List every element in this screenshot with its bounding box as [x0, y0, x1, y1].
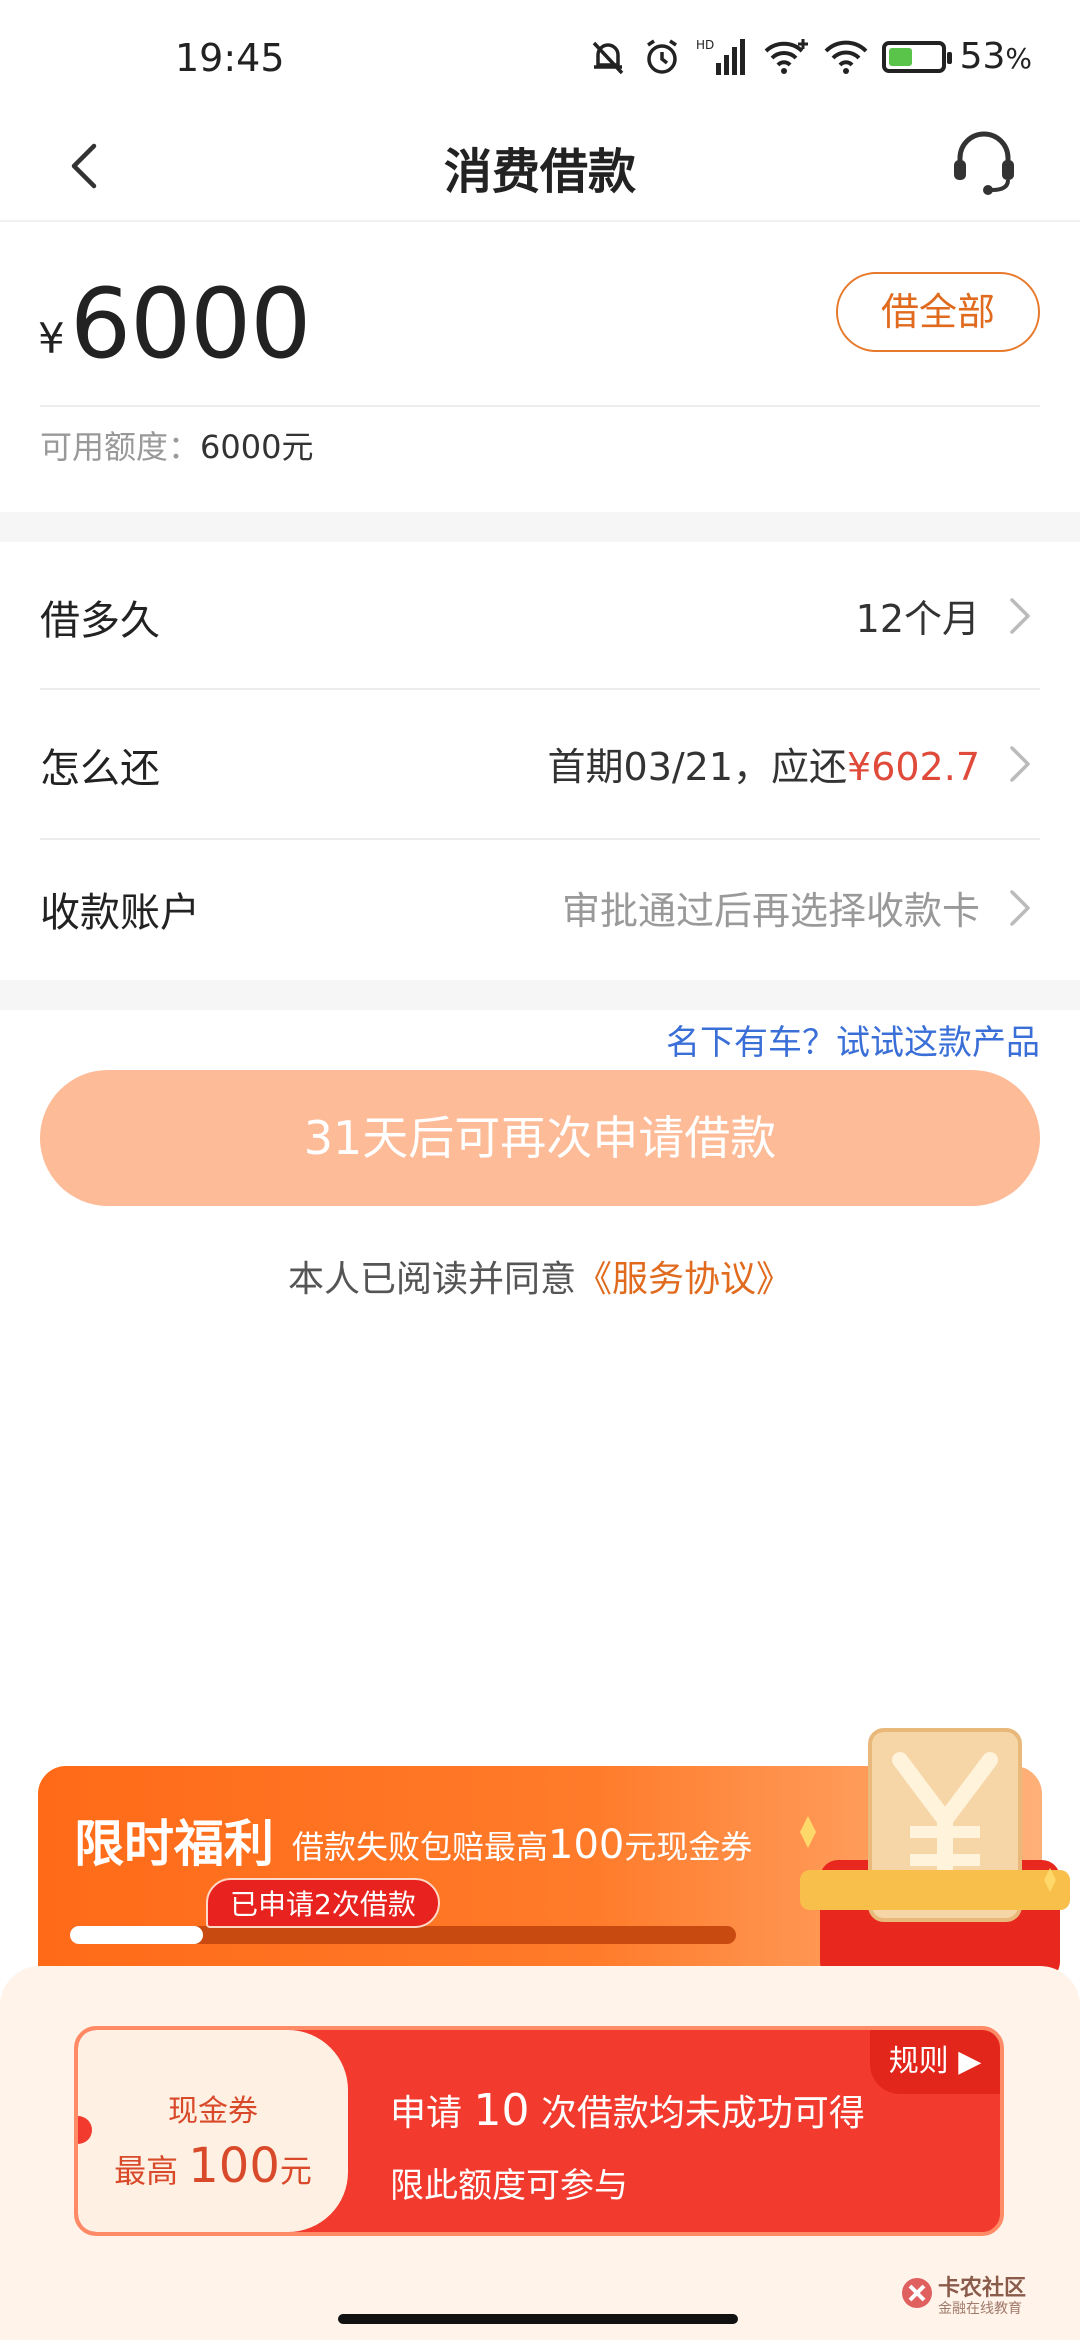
- coupon-amount: 最高 100元: [78, 2138, 348, 2194]
- signal-icon: HD: [696, 37, 748, 77]
- account-row[interactable]: 收款账户 审批通过后再选择收款卡: [40, 834, 1040, 980]
- account-label: 收款账户: [40, 890, 200, 936]
- coupon-line1-count: 10: [473, 2085, 530, 2136]
- coupon-amount-prefix: 最高: [114, 2152, 179, 2190]
- term-row[interactable]: 借多久 12个月: [40, 542, 1040, 688]
- available-credit: 可用额度：6000元: [40, 422, 313, 468]
- promo-progress-fill: [70, 1926, 204, 1944]
- agreement-prefix: 本人已阅读并同意: [287, 1259, 576, 1300]
- credit-label: 可用额度：: [40, 428, 201, 466]
- repay-row[interactable]: 怎么还 首期03/21，应还¥602.7: [40, 690, 1040, 836]
- headset-icon: [954, 131, 1014, 195]
- chevron-right-icon: [1010, 598, 1030, 634]
- status-time: 19:45: [175, 36, 285, 80]
- chevron-right-icon: [1010, 890, 1030, 926]
- term-value: 12个月: [855, 597, 980, 641]
- customer-service-button[interactable]: [948, 124, 1020, 204]
- loan-options: 借多久 12个月 怎么还 首期03/21，应还¥602.7 收款账户 审批通过后…: [0, 542, 1080, 980]
- section-gap: [0, 980, 1080, 1010]
- repay-value: 首期03/21，应还¥602.7: [548, 736, 980, 791]
- battery-icon: [881, 40, 952, 73]
- red-envelope-yen-icon: [780, 1720, 1070, 1980]
- apply-loan-button[interactable]: 31天后可再次申请借款: [40, 1070, 1040, 1206]
- home-indicator[interactable]: [338, 2314, 738, 2324]
- credit-value: 6000元: [200, 428, 314, 466]
- repay-label: 怎么还: [40, 746, 160, 792]
- car-product-link[interactable]: 名下有车？试试这款产品: [666, 1015, 1040, 1064]
- promo-subtitle: 借款失败包赔最高100元现金券: [292, 1822, 752, 1868]
- promo-progress-track: [70, 1926, 736, 1944]
- status-bar: 19:45 HD 53%: [0, 0, 1080, 120]
- promo-sub-amount: 100: [548, 1822, 625, 1868]
- watermark-logo: 卡农社区 金融在线教育: [900, 2270, 1030, 2320]
- network-label: HD: [696, 38, 714, 52]
- account-value: 审批通过后再选择收款卡: [561, 889, 980, 933]
- alarm-icon: [642, 37, 682, 77]
- agreement-text: 本人已阅读并同意《服务协议》: [0, 1250, 1080, 1302]
- service-agreement-link[interactable]: 《服务协议》: [576, 1259, 792, 1300]
- promo-sub-suffix: 元现金券: [624, 1828, 753, 1866]
- borrow-all-button[interactable]: 借全部: [836, 272, 1040, 352]
- chevron-right-icon: [1010, 746, 1030, 782]
- status-icons: HD 53%: [588, 36, 1032, 77]
- battery-unit: %: [1005, 42, 1032, 75]
- page-title: 消费借款: [443, 144, 636, 200]
- battery-fill: [888, 47, 913, 66]
- mute-bell-icon: [588, 37, 628, 77]
- wifi-plus-icon: [762, 37, 810, 77]
- amount-card: ¥ 6000 借全部 可用额度：6000元: [0, 222, 1080, 512]
- loan-amount-input[interactable]: 6000: [70, 268, 311, 380]
- cash-coupon-card[interactable]: 现金券 最高 100元 申请 10 次借款均未成功可得 限此额度可参与 规则 ▶: [74, 2026, 1004, 2236]
- coupon-stub: 现金券 最高 100元: [78, 2030, 348, 2232]
- battery-value: 53: [959, 36, 1006, 77]
- amount-divider: [40, 405, 1040, 407]
- repay-first-period: 首期03/21，应还: [547, 745, 848, 789]
- term-label: 借多久: [40, 598, 160, 644]
- applied-count-badge: 已申请2次借款: [206, 1878, 440, 1928]
- coupon-type: 现金券: [168, 2094, 258, 2129]
- coupon-line1-suffix: 次借款均未成功可得: [540, 2093, 865, 2134]
- coupon-condition: 申请 10 次借款均未成功可得: [390, 2084, 865, 2136]
- coupon-restriction: 限此额度可参与: [390, 2166, 628, 2206]
- wifi-icon: [824, 37, 868, 77]
- rules-button[interactable]: 规则 ▶: [870, 2030, 1000, 2094]
- promo-title: 限时福利: [74, 1815, 274, 1873]
- coupon-amount-suffix: 元: [279, 2152, 312, 2190]
- coupon-line1-prefix: 申请: [390, 2093, 463, 2134]
- watermark-icon: [902, 2278, 932, 2308]
- repay-amount: ¥602.7: [847, 745, 980, 789]
- section-gap: [0, 512, 1080, 542]
- battery-percent: 53%: [960, 36, 1032, 77]
- nav-bar: 消费借款: [0, 110, 1080, 220]
- promo-sub-prefix: 借款失败包赔最高: [292, 1828, 549, 1866]
- currency-symbol: ¥: [38, 314, 65, 363]
- coupon-amount-value: 100: [188, 2138, 280, 2194]
- watermark-subtitle: 金融在线教育: [938, 2301, 1022, 2317]
